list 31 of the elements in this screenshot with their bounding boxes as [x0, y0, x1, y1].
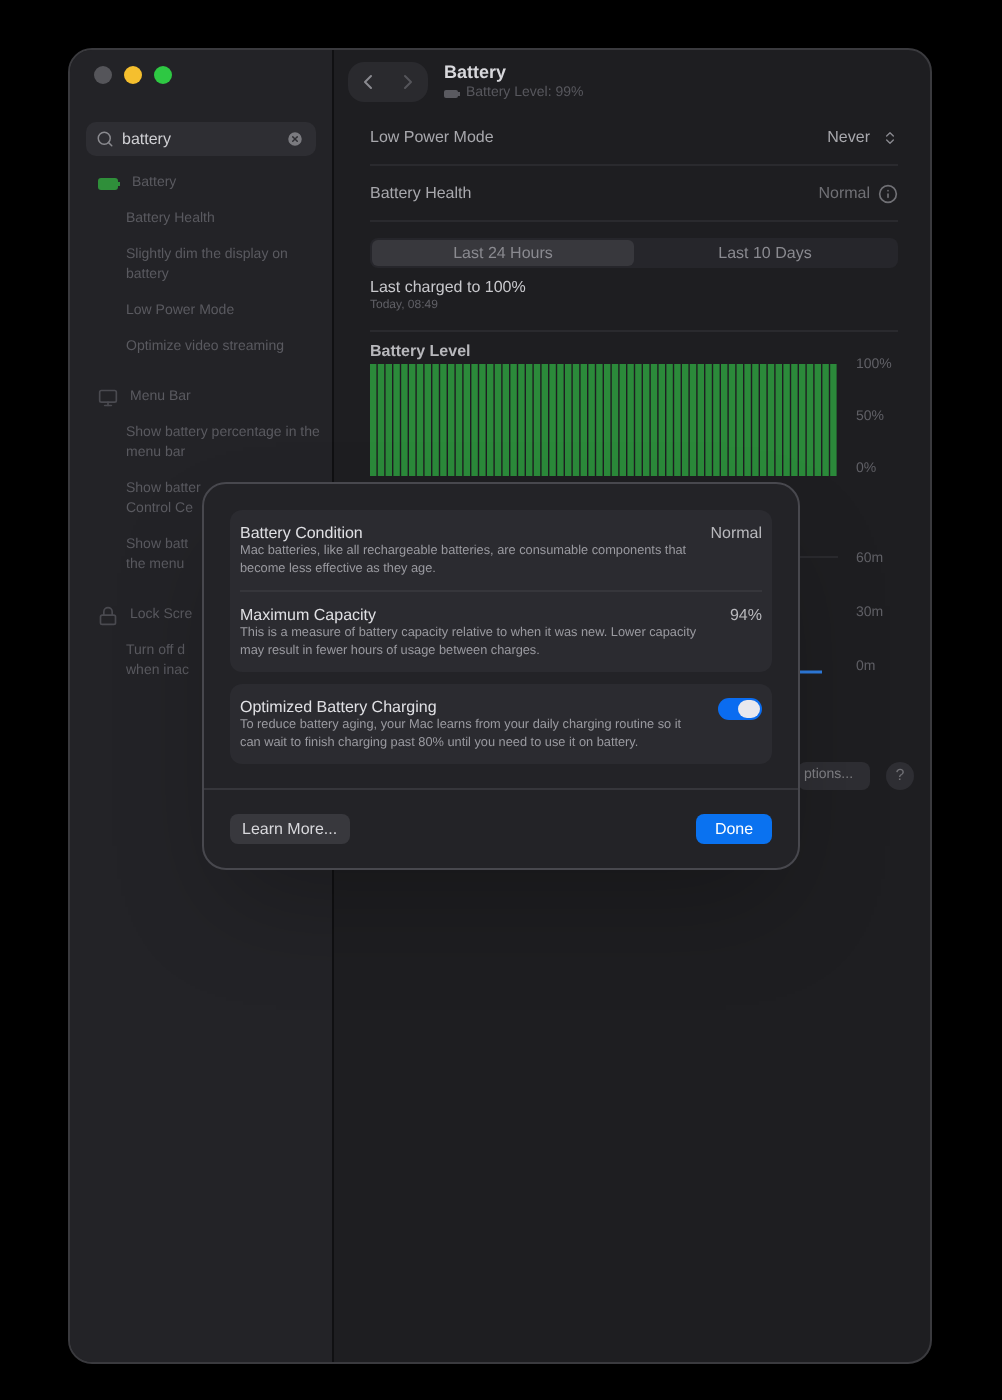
minimize-window-button[interactable] — [124, 66, 142, 84]
done-button[interactable]: Done — [696, 814, 772, 844]
setting-label: Battery Health — [370, 181, 472, 205]
menu-bar-icon — [98, 388, 118, 408]
last-charged-label: Last charged to 100% — [370, 276, 528, 298]
up-down-chevron-icon — [882, 129, 898, 145]
toggle-switch[interactable] — [718, 698, 762, 720]
zoom-window-button[interactable] — [154, 66, 172, 84]
dialog-row-title: Battery Condition — [240, 522, 365, 544]
info-icon[interactable] — [878, 183, 898, 203]
range-tab[interactable]: Last 24 Hours — [372, 240, 634, 266]
setting-label: Low Power Mode — [370, 125, 494, 149]
search-icon — [96, 130, 114, 148]
close-window-button[interactable] — [94, 66, 112, 84]
low-power-mode-popup[interactable]: Never — [827, 125, 898, 149]
dialog-row-value: Normal — [710, 522, 762, 546]
dialog-row-title: Maximum Capacity — [240, 604, 379, 626]
help-button[interactable]: ? — [886, 762, 914, 790]
lock-icon — [98, 606, 118, 626]
range-tab[interactable]: Last 10 Days — [634, 240, 896, 266]
dialog-row-value: 94% — [729, 604, 762, 628]
dialog-row-title: Optimized Battery Charging — [240, 696, 439, 718]
window-title: Battery — [444, 62, 509, 84]
clear-search-icon[interactable] — [286, 130, 304, 148]
search-input[interactable]: battery — [122, 127, 278, 151]
learn-more-button[interactable]: Learn More... — [230, 814, 350, 844]
battery-icon — [98, 178, 120, 190]
search-field[interactable]: battery — [86, 122, 316, 156]
setting-value: Normal — [818, 181, 870, 205]
battery-icon — [444, 89, 460, 97]
chart-title: Battery Level — [370, 342, 473, 362]
